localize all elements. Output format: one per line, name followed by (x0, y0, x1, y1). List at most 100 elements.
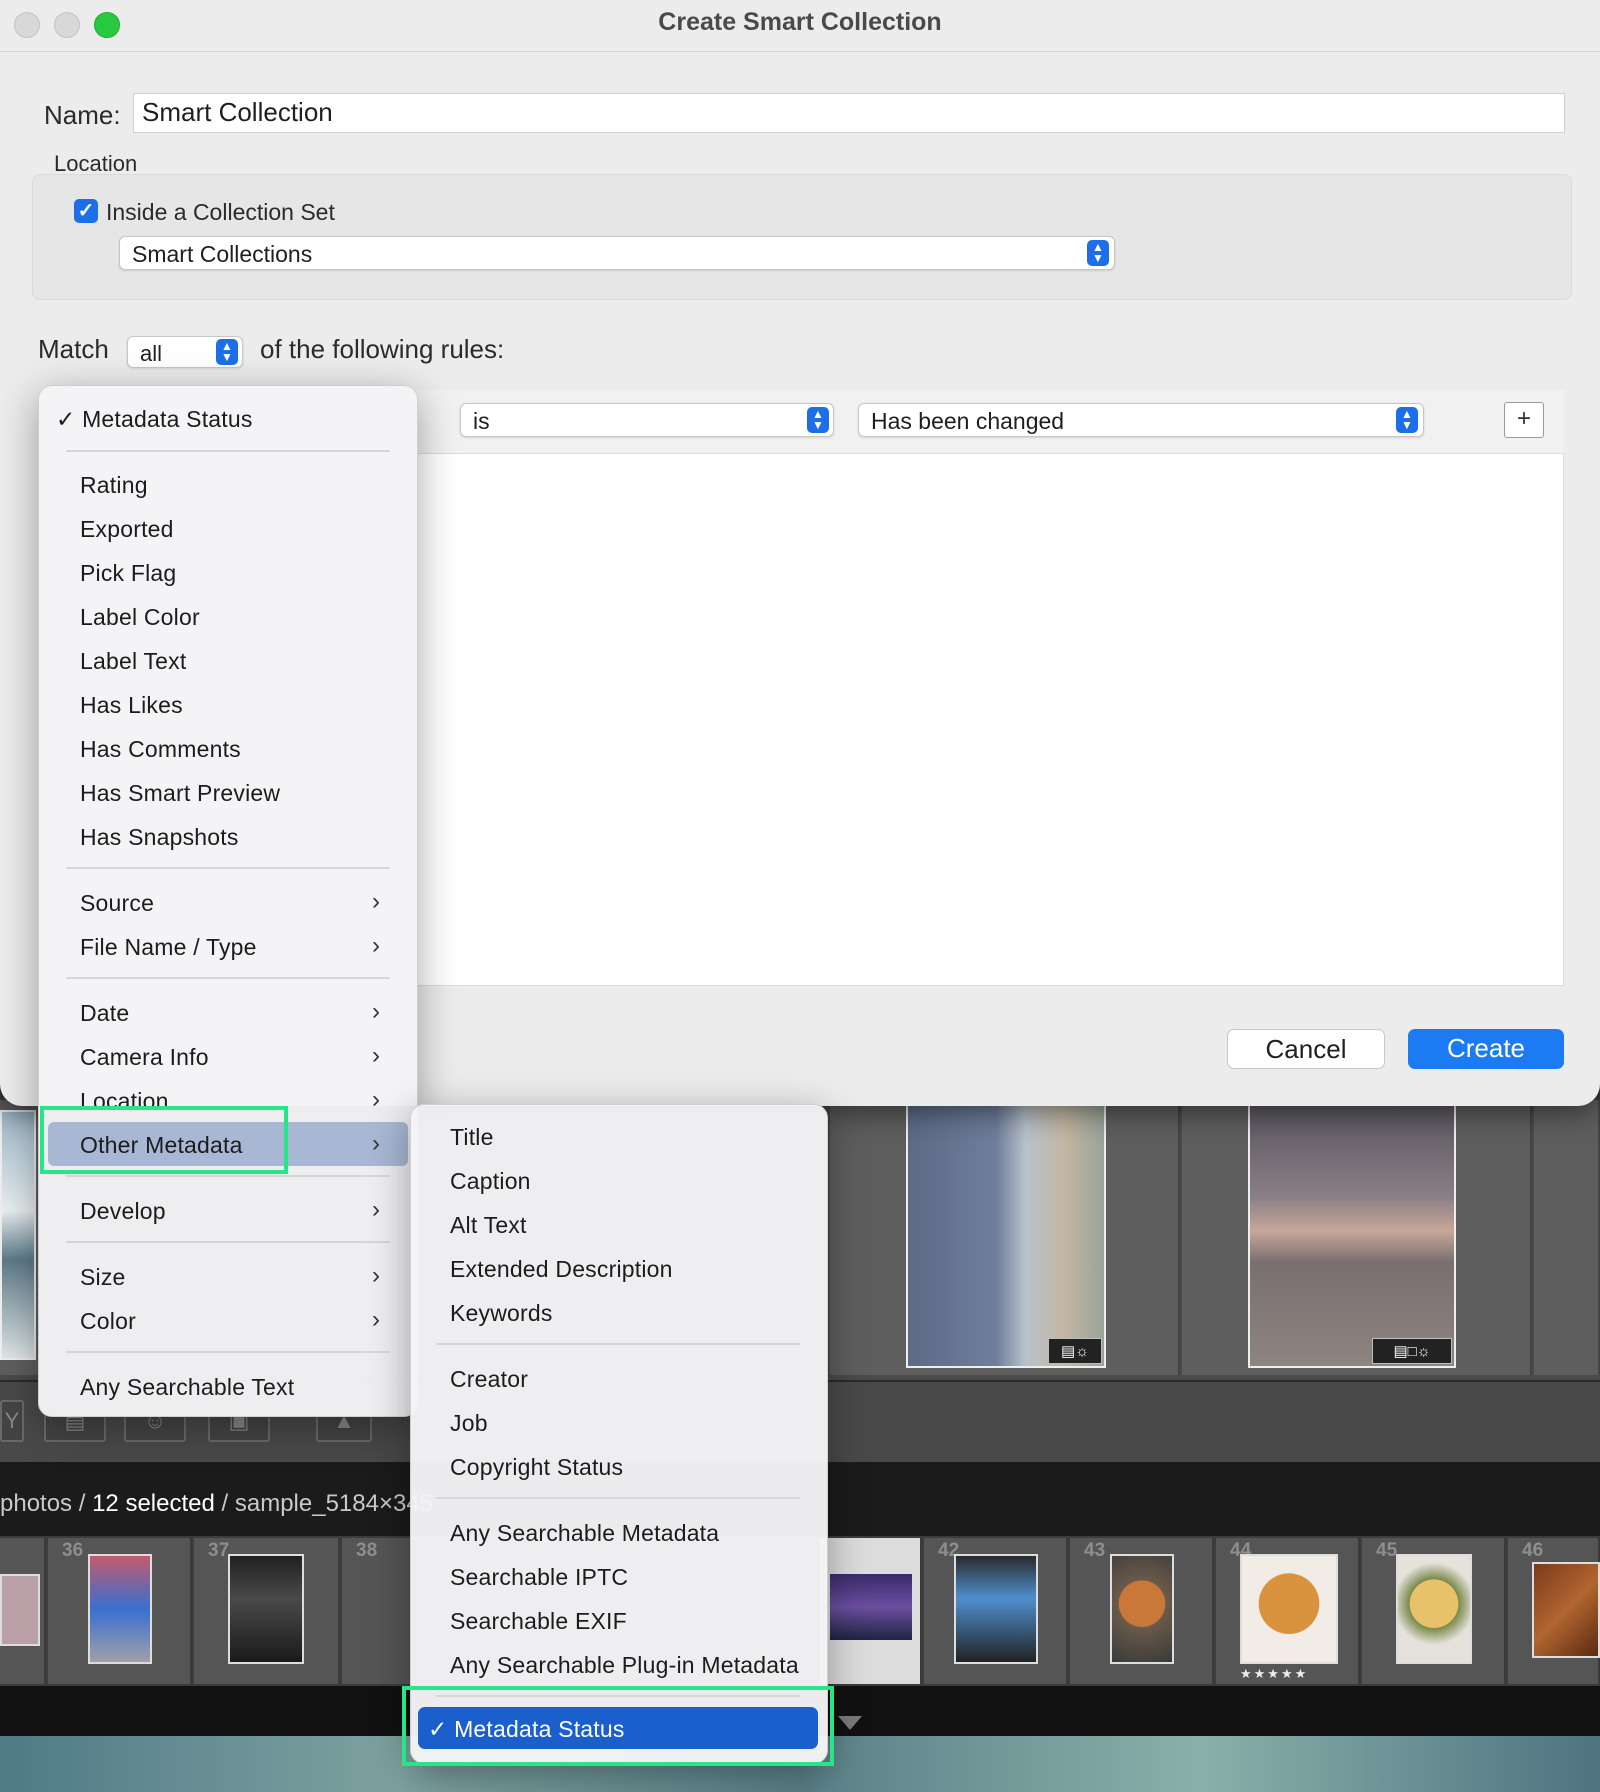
film-cell[interactable]: 42 (924, 1538, 1068, 1684)
rating-stars: ★★★★★ (1240, 1666, 1309, 1681)
rule-value-stepper-icon[interactable]: ▲ ▼ (1396, 407, 1418, 433)
grid-cell[interactable] (1534, 1100, 1600, 1375)
menu-item-any-searchable-text[interactable]: Any Searchable Text (80, 1374, 294, 1401)
menu-item-label-text[interactable]: Label Text (80, 648, 186, 675)
film-thumbnail[interactable] (828, 1572, 914, 1642)
photo-thumbnail[interactable] (1248, 1104, 1456, 1368)
match-stepper-icon[interactable]: ▲ ▼ (216, 339, 238, 365)
chevron-right-icon: › (372, 888, 380, 915)
grid-cell[interactable]: ▤□☼ (1182, 1100, 1532, 1375)
create-button[interactable]: Create (1408, 1029, 1564, 1069)
film-thumbnail[interactable] (1110, 1554, 1174, 1664)
submenu-item-title[interactable]: Title (450, 1124, 494, 1151)
submenu-item-copyright-status[interactable]: Copyright Status (450, 1454, 623, 1481)
film-thumbnail[interactable] (1240, 1554, 1338, 1664)
title-bar: Create Smart Collection (0, 0, 1600, 52)
collapse-arrow-icon[interactable] (838, 1716, 862, 1730)
path-prefix: photos / (0, 1490, 86, 1517)
film-thumbnail[interactable] (1396, 1554, 1472, 1664)
menu-item-has-comments[interactable]: Has Comments (80, 736, 241, 763)
film-cell[interactable]: 36 (48, 1538, 192, 1684)
photo-thumbnail[interactable] (906, 1104, 1106, 1368)
chevron-right-icon: › (372, 1042, 380, 1069)
submenu-item-searchable-iptc[interactable]: Searchable IPTC (450, 1564, 628, 1591)
menu-item-develop[interactable]: Develop (80, 1198, 166, 1225)
sort-button[interactable]: Y (0, 1400, 24, 1442)
thumbnail-badges: ▤☼ (1048, 1338, 1102, 1364)
submenu-item-searchable-exif[interactable]: Searchable EXIF (450, 1608, 627, 1635)
film-cell-selected[interactable] (820, 1538, 922, 1684)
menu-item-exported[interactable]: Exported (80, 516, 174, 543)
film-cell[interactable]: 38 (342, 1538, 412, 1684)
menu-item-metadata-status[interactable]: ✓ Metadata Status (56, 406, 253, 433)
film-thumbnail[interactable] (88, 1554, 152, 1664)
name-label: Name: (44, 100, 121, 130)
menu-separator (66, 1351, 390, 1353)
chevron-right-icon: › (372, 998, 380, 1025)
chevron-right-icon: › (372, 1130, 380, 1157)
menu-item-size[interactable]: Size (80, 1264, 126, 1291)
film-cell[interactable]: 37 (194, 1538, 340, 1684)
submenu-item-alt-text[interactable]: Alt Text (450, 1212, 527, 1239)
film-thumbnail[interactable] (228, 1554, 304, 1664)
path-selected-count: 12 selected (92, 1490, 215, 1517)
film-cell[interactable]: 44 ★★★★★ (1216, 1538, 1360, 1684)
submenu-item-caption[interactable]: Caption (450, 1168, 531, 1195)
rule-value-select[interactable]: Has been changed (858, 403, 1424, 437)
submenu-item-any-searchable-metadata[interactable]: Any Searchable Metadata (450, 1520, 719, 1547)
film-cell[interactable]: 46 (1508, 1538, 1600, 1684)
collection-set-select[interactable]: Smart Collections (119, 236, 1115, 270)
film-number: 43 (1084, 1540, 1106, 1561)
screen: ▤☼ ▤□☼ Y ▤ ☺ ▣ ▲ photos / 12 selected / … (0, 0, 1600, 1792)
submenu-item-keywords[interactable]: Keywords (450, 1300, 553, 1327)
menu-item-has-snapshots[interactable]: Has Snapshots (80, 824, 239, 851)
submenu-item-extended-description[interactable]: Extended Description (450, 1256, 673, 1283)
menu-item-label: Metadata Status (82, 406, 253, 432)
menu-item-source[interactable]: Source (80, 890, 154, 917)
cancel-button[interactable]: Cancel (1227, 1029, 1385, 1069)
collection-set-value: Smart Collections (132, 241, 313, 267)
inside-collection-set-checkbox[interactable]: ✓ (74, 199, 98, 223)
rule-operator-value: is (473, 408, 490, 434)
menu-separator (66, 867, 390, 869)
film-cell[interactable]: 45 (1362, 1538, 1506, 1684)
rule-operator-stepper-icon[interactable]: ▲ ▼ (807, 407, 829, 433)
grid-cell[interactable]: ▤☼ (830, 1100, 1180, 1375)
add-rule-button[interactable]: + (1504, 402, 1544, 438)
film-cell[interactable]: 43 (1070, 1538, 1214, 1684)
menu-item-rating[interactable]: Rating (80, 472, 148, 499)
film-thumbnail[interactable] (1532, 1562, 1600, 1658)
film-number: 37 (208, 1540, 230, 1561)
film-thumbnail[interactable] (954, 1554, 1038, 1664)
menu-item-date[interactable]: Date (80, 1000, 129, 1027)
rule-operator-select[interactable]: is (460, 403, 834, 437)
film-number: 45 (1376, 1540, 1398, 1561)
menu-item-file-name-type[interactable]: File Name / Type (80, 934, 257, 961)
menu-separator (66, 450, 390, 452)
submenu-item-job[interactable]: Job (450, 1410, 488, 1437)
menu-separator (66, 1241, 390, 1243)
menu-item-pick-flag[interactable]: Pick Flag (80, 560, 176, 587)
film-thumbnail[interactable] (0, 1574, 40, 1646)
match-label: Match (38, 334, 109, 364)
menu-item-has-smart-preview[interactable]: Has Smart Preview (80, 780, 280, 807)
grid-cell[interactable] (0, 1100, 40, 1375)
menu-item-color[interactable]: Color (80, 1308, 136, 1335)
annotation-highlight-metadata-status (402, 1686, 834, 1766)
menu-separator (66, 977, 390, 979)
film-cell[interactable] (0, 1538, 46, 1684)
collection-set-stepper-icon[interactable]: ▲ ▼ (1087, 240, 1109, 266)
submenu-item-any-searchable-plugin-metadata[interactable]: Any Searchable Plug-in Metadata (450, 1652, 799, 1679)
menu-item-camera-info[interactable]: Camera Info (80, 1044, 209, 1071)
window-title: Create Smart Collection (658, 8, 942, 36)
menu-separator (66, 1175, 390, 1177)
menu-item-has-likes[interactable]: Has Likes (80, 692, 183, 719)
rule-value-text: Has been changed (871, 408, 1065, 434)
chevron-right-icon: › (372, 1306, 380, 1333)
menu-item-label-color[interactable]: Label Color (80, 604, 200, 631)
chevron-right-icon: › (372, 1196, 380, 1223)
submenu-item-creator[interactable]: Creator (450, 1366, 528, 1393)
photo-thumbnail[interactable] (0, 1110, 36, 1360)
name-field[interactable]: Smart Collection (133, 93, 1565, 133)
path-filename: / sample_5184×345 (221, 1490, 434, 1517)
